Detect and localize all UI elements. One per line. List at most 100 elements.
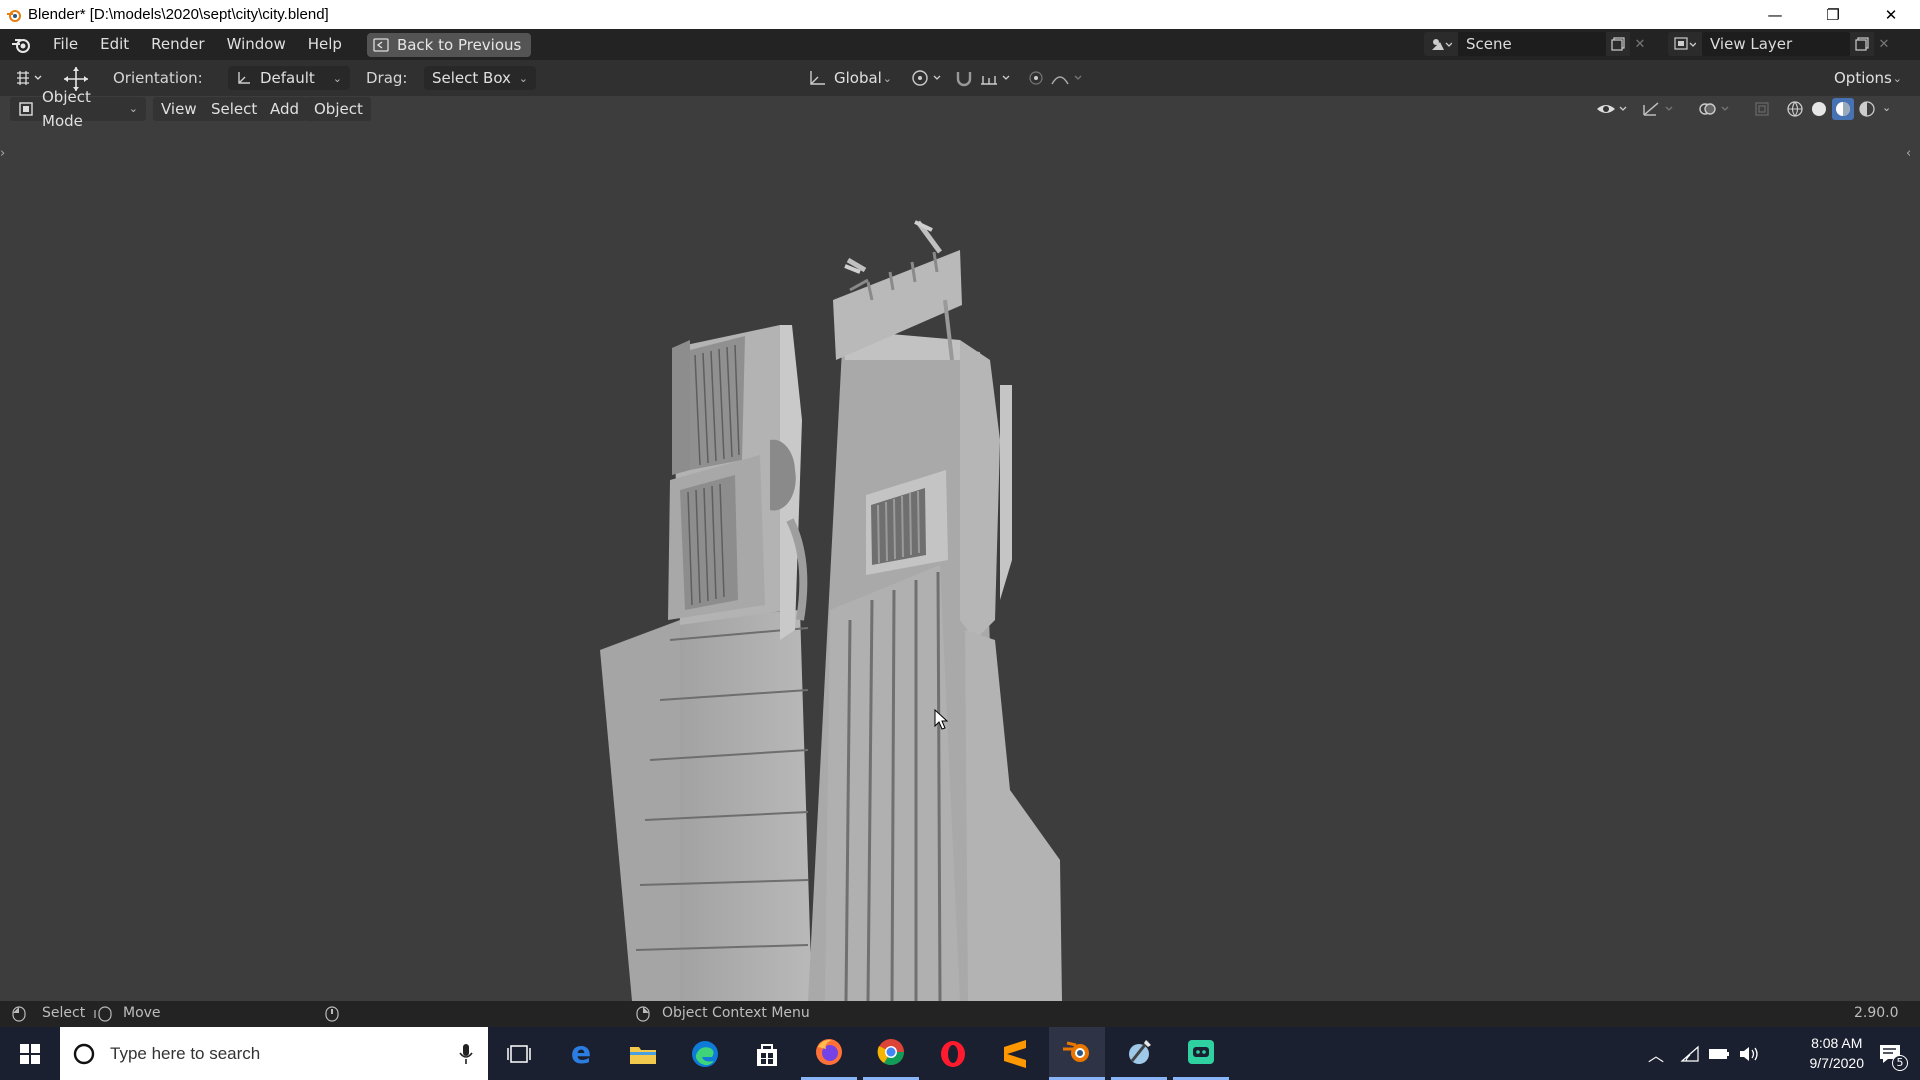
view-layer-browse-icon[interactable] xyxy=(1668,32,1702,56)
taskbar-discord-like[interactable] xyxy=(1173,1027,1229,1080)
viewport-menu-object[interactable]: Object xyxy=(306,97,371,121)
rendered-shading-icon[interactable] xyxy=(1858,100,1876,118)
close-icon: ✕ xyxy=(1884,5,1898,24)
status-move: Move xyxy=(123,1005,161,1021)
taskbar-store[interactable] xyxy=(739,1027,795,1080)
top-menubar: File Edit Render Window Help Back to Pre… xyxy=(0,29,1920,60)
left-sidebar-toggle-icon[interactable]: › xyxy=(0,146,5,161)
firefox-icon xyxy=(814,1037,844,1067)
windows-taskbar: Type here to search e ︿ 8:08 AM 9/7/2020… xyxy=(0,1027,1920,1080)
options-dropdown[interactable]: Options ⌄ xyxy=(1826,66,1910,90)
wireframe-shading-icon[interactable] xyxy=(1786,100,1804,118)
taskbar-firefox[interactable] xyxy=(801,1027,857,1080)
drag-dropdown[interactable]: Select Box ⌄ xyxy=(424,66,536,90)
battery-icon[interactable] xyxy=(1708,1027,1730,1080)
back-to-previous-button[interactable]: Back to Previous xyxy=(366,32,532,57)
start-button[interactable] xyxy=(2,1027,58,1080)
microphone-icon[interactable] xyxy=(458,1043,474,1065)
snap-magnet-icon[interactable] xyxy=(954,68,974,88)
taskbar-blender[interactable] xyxy=(1049,1027,1105,1080)
search-placeholder: Type here to search xyxy=(110,1043,261,1063)
blender-app-icon xyxy=(6,7,22,23)
global-axis-icon xyxy=(808,70,826,86)
back-screen-icon xyxy=(373,37,389,52)
mouse-middle-icon xyxy=(325,1006,339,1022)
blender-version: 2.90.0 xyxy=(1854,1005,1899,1021)
editor-type-icon xyxy=(14,70,46,86)
transform-orientation-dropdown[interactable]: Global ⌄ xyxy=(800,66,900,90)
taskbar-clock[interactable]: 8:08 AM 9/7/2020 xyxy=(1810,1033,1865,1073)
maximize-button[interactable]: ❐ xyxy=(1804,0,1862,29)
orientation-dropdown[interactable]: Default ⌄ xyxy=(228,66,350,90)
status-select: Select xyxy=(42,1005,86,1021)
taskbar-chrome[interactable] xyxy=(863,1027,919,1080)
right-sidebar-toggle-icon[interactable]: ‹ xyxy=(1906,146,1911,161)
viewport-menu-view[interactable]: View xyxy=(153,97,205,121)
proportional-edit-icon[interactable] xyxy=(1026,68,1046,88)
xray-toggle-icon[interactable] xyxy=(1754,101,1772,117)
scene-name: Scene xyxy=(1466,35,1512,53)
delete-view-layer-icon[interactable]: ✕ xyxy=(1874,32,1894,56)
opera-icon xyxy=(938,1039,968,1069)
viewport-menu-select[interactable]: Select xyxy=(203,97,266,121)
scene-browse-icon[interactable] xyxy=(1424,32,1458,56)
proportional-falloff-icon[interactable] xyxy=(1050,68,1086,88)
snap-increment-icon[interactable] xyxy=(978,68,1014,88)
taskbar-file-explorer[interactable] xyxy=(615,1027,671,1080)
pivot-point-icon[interactable] xyxy=(910,68,944,88)
edge-legacy-icon: e xyxy=(570,1036,592,1071)
scene-name-field[interactable]: Scene xyxy=(1458,32,1606,56)
shading-options-chevron-icon[interactable]: ⌄ xyxy=(1882,101,1891,114)
new-scene-icon[interactable] xyxy=(1606,32,1630,56)
tray-overflow-chevron-icon[interactable]: ︿ xyxy=(1648,1027,1664,1080)
taskbar-paint-tool[interactable] xyxy=(1111,1027,1167,1080)
menu-render[interactable]: Render xyxy=(140,29,215,60)
wifi-icon[interactable] xyxy=(1680,1027,1700,1080)
object-mode-value: Object Mode xyxy=(42,88,91,130)
taskbar-opera[interactable] xyxy=(925,1027,981,1080)
delete-scene-icon[interactable]: ✕ xyxy=(1630,32,1650,56)
object-mode-dropdown[interactable]: Object Mode ⌄ xyxy=(10,88,146,130)
clock-date: 9/7/2020 xyxy=(1809,1055,1865,1071)
taskbar-edge-legacy[interactable]: e xyxy=(553,1027,609,1080)
orientation-axis-icon xyxy=(236,70,252,86)
minimize-button[interactable]: — xyxy=(1746,0,1804,29)
minimize-icon: — xyxy=(1767,5,1783,24)
new-view-layer-icon[interactable] xyxy=(1850,32,1874,56)
chevron-down-icon: ⌄ xyxy=(518,71,528,85)
notification-count-badge: 5 xyxy=(1892,1054,1908,1071)
folder-icon xyxy=(629,1043,657,1065)
solid-shading-icon[interactable] xyxy=(1810,100,1828,118)
clock-time: 8:08 AM xyxy=(1811,1035,1863,1051)
drag-label: Drag: xyxy=(366,69,408,87)
visibility-eye-icon[interactable] xyxy=(1596,101,1632,117)
viewport-menu-add[interactable]: Add xyxy=(262,97,308,121)
mouse-left-icon xyxy=(12,1006,26,1022)
view-layer-field[interactable]: View Layer xyxy=(1702,32,1850,56)
status-bar: Select Move Object Context Menu 2.90.0 xyxy=(0,1001,1920,1027)
3d-viewport[interactable]: › ‹ xyxy=(0,96,1920,1001)
taskbar-sublime-text[interactable] xyxy=(987,1027,1043,1080)
tool-settings-header: Orientation: Default ⌄ Drag: Select Box … xyxy=(0,60,1920,96)
gizmo-icon[interactable] xyxy=(1642,101,1678,117)
taskbar-search-box[interactable]: Type here to search xyxy=(60,1027,488,1080)
menu-help[interactable]: Help xyxy=(297,29,353,60)
material-preview-shading-icon[interactable] xyxy=(1832,98,1854,120)
taskbar-task-view[interactable] xyxy=(491,1027,547,1080)
notification-center-button[interactable]: 5 xyxy=(1862,1027,1918,1080)
menu-window[interactable]: Window xyxy=(216,29,297,60)
window-titlebar: Blender* [D:\models\2020\sept\city\city.… xyxy=(0,0,1920,29)
view-layer-name: View Layer xyxy=(1710,35,1793,53)
back-to-previous-label: Back to Previous xyxy=(396,35,522,54)
chevron-down-icon: ⌄ xyxy=(332,71,342,85)
blender-menu-icon[interactable] xyxy=(0,29,42,60)
menu-file[interactable]: File xyxy=(42,29,89,60)
orientation-value: Default xyxy=(260,69,315,87)
close-window-button[interactable]: ✕ xyxy=(1862,0,1920,29)
overlays-icon[interactable] xyxy=(1698,101,1734,117)
volume-icon[interactable] xyxy=(1738,1027,1760,1080)
taskbar-edge[interactable] xyxy=(677,1027,733,1080)
city-tower-model xyxy=(600,220,1062,1001)
menu-edit[interactable]: Edit xyxy=(89,29,140,60)
search-circle-icon xyxy=(72,1042,96,1066)
